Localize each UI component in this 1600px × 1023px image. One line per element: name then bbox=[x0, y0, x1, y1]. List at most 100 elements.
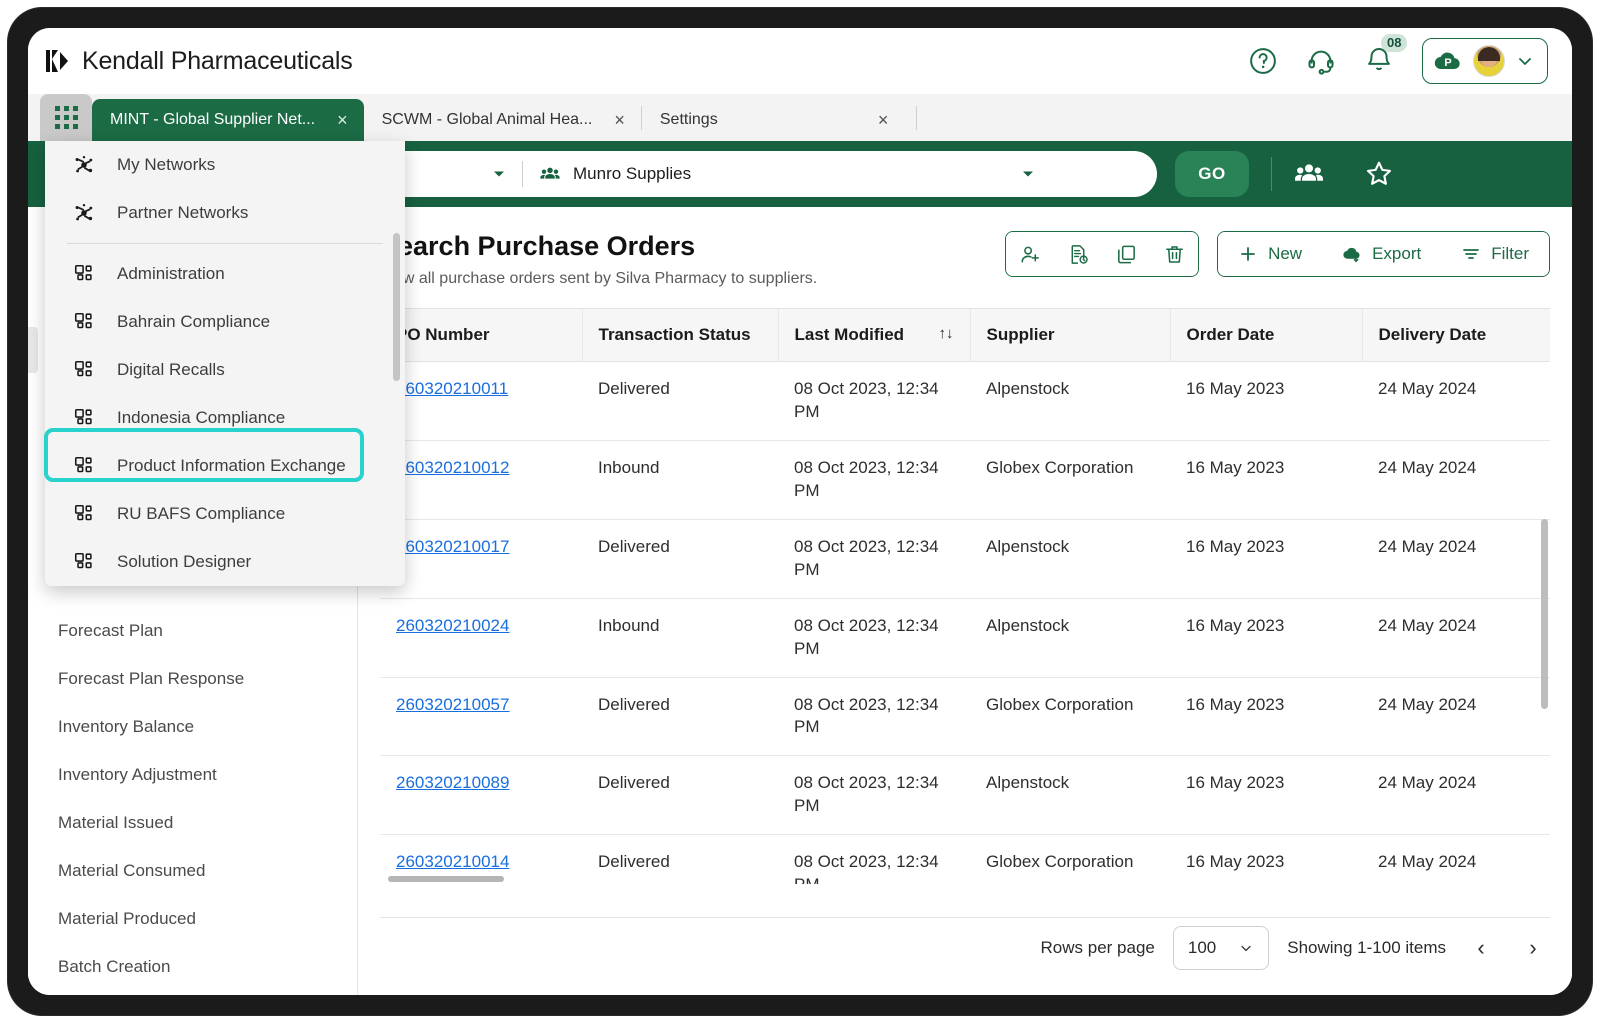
tab-settings[interactable]: Settings × bbox=[642, 99, 917, 141]
cell-order-date: 16 May 2023 bbox=[1170, 519, 1362, 599]
po-link[interactable]: 260320210014 bbox=[396, 852, 509, 871]
app-tiles-icon bbox=[74, 552, 92, 569]
rows-per-page-select[interactable]: 100 bbox=[1172, 925, 1270, 970]
cell-last-modified: 08 Oct 2023, 12:34 PM bbox=[778, 677, 970, 757]
table-row[interactable]: 260320210014 Delivered 08 Oct 2023, 12:34 … bbox=[380, 834, 1550, 884]
po-link[interactable]: 260320210011 bbox=[396, 379, 508, 398]
close-icon[interactable]: × bbox=[337, 111, 348, 129]
app-menu-item-solution-designer[interactable]: Solution Designer bbox=[45, 538, 405, 586]
go-button[interactable]: GO bbox=[1175, 151, 1249, 197]
col-order-date[interactable]: Order Date bbox=[1170, 309, 1363, 362]
new-button[interactable]: New bbox=[1218, 232, 1323, 276]
po-link[interactable]: 260320210017 bbox=[396, 537, 509, 556]
tab-scwm[interactable]: SCWM - Global Animal Hea... × bbox=[364, 99, 641, 141]
rail-item-inventory-adjustment[interactable]: Inventory Adjustment bbox=[28, 751, 357, 799]
col-label: Order Date bbox=[1186, 325, 1275, 344]
cell-transaction-status: Delivered bbox=[582, 519, 778, 599]
po-link[interactable]: 260320210057 bbox=[396, 695, 509, 714]
star-outline-icon[interactable] bbox=[1364, 159, 1394, 189]
col-last-modified[interactable]: Last Modified ↑↓ bbox=[778, 309, 971, 362]
icon-button-group bbox=[1005, 231, 1200, 277]
close-icon[interactable]: × bbox=[614, 111, 625, 129]
col-delivery-date[interactable]: Delivery Date bbox=[1362, 309, 1550, 362]
col-label: Last Modified bbox=[794, 325, 905, 344]
rail-item-label: Inventory Balance bbox=[58, 717, 195, 736]
cell-po-number: 260320210024 bbox=[380, 598, 582, 678]
app-menu-item-partner-networks[interactable]: Partner Networks bbox=[45, 189, 405, 237]
notifications[interactable]: 08 bbox=[1364, 33, 1408, 79]
table-head: PO Number Transaction Status Last Modifi… bbox=[380, 309, 1550, 362]
text-button-group: New Export Filter bbox=[1217, 231, 1550, 277]
rail-item-forecast-plan-response[interactable]: Forecast Plan Response bbox=[28, 655, 357, 703]
table-row[interactable]: 260320210089 Delivered 08 Oct 2023, 12:34 … bbox=[380, 755, 1550, 836]
app-menu-scrollbar[interactable] bbox=[393, 233, 400, 381]
close-icon[interactable]: × bbox=[878, 111, 889, 129]
profile-menu[interactable]: P bbox=[1422, 38, 1548, 84]
cloud-download-icon bbox=[1343, 247, 1360, 263]
rail-item-label: Forecast Plan Response bbox=[58, 669, 245, 688]
filter-button[interactable]: Filter bbox=[1441, 232, 1549, 276]
app-menu-item-ru-bafs-compliance[interactable]: RU BAFS Compliance bbox=[45, 490, 405, 538]
plus-icon bbox=[1241, 247, 1255, 261]
app-menu-item-digital-recalls[interactable]: Digital Recalls bbox=[45, 346, 405, 394]
question-circle-icon[interactable] bbox=[1248, 46, 1278, 76]
col-transaction-status[interactable]: Transaction Status bbox=[582, 309, 779, 362]
headset-icon[interactable] bbox=[1306, 46, 1336, 76]
brand: Kendall Pharmaceuticals bbox=[28, 47, 353, 76]
app-grid-dots bbox=[54, 106, 78, 129]
app-menu-item-my-networks[interactable]: My Networks bbox=[45, 141, 405, 189]
add-user-button[interactable] bbox=[1006, 232, 1055, 276]
tab-divider bbox=[916, 105, 918, 130]
page-subtitle: View all purchase orders sent by Silva P… bbox=[380, 270, 818, 287]
sort-icon[interactable]: ↑↓ bbox=[939, 325, 954, 342]
cell-delivery-date: 24 May 2024 bbox=[1362, 677, 1550, 757]
table-vertical-scrollbar[interactable] bbox=[1541, 519, 1548, 709]
avatar bbox=[1473, 45, 1505, 77]
cell-delivery-date: 24 May 2024 bbox=[1362, 834, 1550, 884]
col-supplier[interactable]: Supplier bbox=[970, 309, 1171, 362]
app-menu-item-label: Digital Recalls bbox=[117, 360, 225, 379]
table-row[interactable]: 260320210012 Inbound 08 Oct 2023, 12:34 PM… bbox=[380, 440, 1550, 520]
supplier-select[interactable]: Munro Supplies bbox=[523, 151, 1051, 197]
cell-supplier: Alpenstock bbox=[970, 361, 1170, 441]
export-button[interactable]: Export bbox=[1322, 232, 1442, 276]
table-horizontal-scrollbar[interactable] bbox=[388, 876, 504, 882]
document-status-button[interactable] bbox=[1054, 232, 1103, 276]
notification-badge: 08 bbox=[1381, 33, 1408, 52]
rail-item-material-issued[interactable]: Material Issued bbox=[28, 799, 357, 847]
col-po-number[interactable]: PO Number bbox=[380, 309, 583, 362]
rail-item-material-consumed[interactable]: Material Consumed bbox=[28, 847, 357, 895]
table-row[interactable]: 260320210017 Delivered 08 Oct 2023, 12:34 … bbox=[380, 519, 1550, 599]
po-link[interactable]: 260320210012 bbox=[396, 458, 509, 477]
showing-items-label: Showing 1-100 items bbox=[1287, 937, 1446, 957]
col-label: Transaction Status bbox=[598, 325, 751, 344]
po-link[interactable]: 260320210089 bbox=[396, 773, 509, 792]
rail-item-material-produced[interactable]: Material Produced bbox=[28, 895, 357, 943]
table-row[interactable]: 260320210057 Delivered 08 Oct 2023, 12:34 … bbox=[380, 677, 1550, 757]
cell-po-number: 260320210017 bbox=[380, 519, 582, 599]
rail-item-inventory-balance[interactable]: Inventory Balance bbox=[28, 703, 357, 751]
new-button-label: New bbox=[1268, 244, 1303, 263]
app-tiles-icon bbox=[74, 264, 92, 281]
filter-icon bbox=[1463, 249, 1480, 259]
app-menu-item-administration[interactable]: Administration bbox=[45, 250, 405, 298]
app-menu-item-indonesia-compliance[interactable]: Indonesia Compliance bbox=[45, 394, 405, 442]
page-title: Search Purchase Orders bbox=[380, 231, 696, 261]
table-row[interactable]: 260320210024 Inbound 08 Oct 2023, 12:34 PM… bbox=[380, 598, 1550, 678]
rail-collapse-handle[interactable] bbox=[28, 327, 38, 373]
po-link[interactable]: 260320210024 bbox=[396, 616, 509, 635]
rail-item-label: Forecast Plan bbox=[58, 621, 163, 640]
delete-button[interactable] bbox=[1150, 232, 1199, 276]
cell-last-modified: 08 Oct 2023, 12:34 PM bbox=[778, 755, 970, 836]
app-menu-item-bahrain-compliance[interactable]: Bahrain Compliance bbox=[45, 298, 405, 346]
prev-page-button[interactable]: ‹ bbox=[1464, 931, 1498, 965]
rail-item-forecast-plan[interactable]: Forecast Plan bbox=[28, 607, 357, 655]
copy-button[interactable] bbox=[1102, 232, 1151, 276]
app-grid-icon[interactable] bbox=[40, 94, 92, 141]
table-row[interactable]: 260320210011 Delivered 08 Oct 2023, 12:34 … bbox=[380, 361, 1550, 441]
rail-item-batch-creation[interactable]: Batch Creation bbox=[28, 943, 357, 991]
tab-mint[interactable]: MINT - Global Supplier Net... × bbox=[92, 99, 364, 141]
app-menu-item-product-information-exchange[interactable]: Product Information Exchange bbox=[45, 442, 405, 490]
people-group-icon[interactable] bbox=[1294, 159, 1324, 189]
next-page-button[interactable]: › bbox=[1516, 931, 1550, 965]
